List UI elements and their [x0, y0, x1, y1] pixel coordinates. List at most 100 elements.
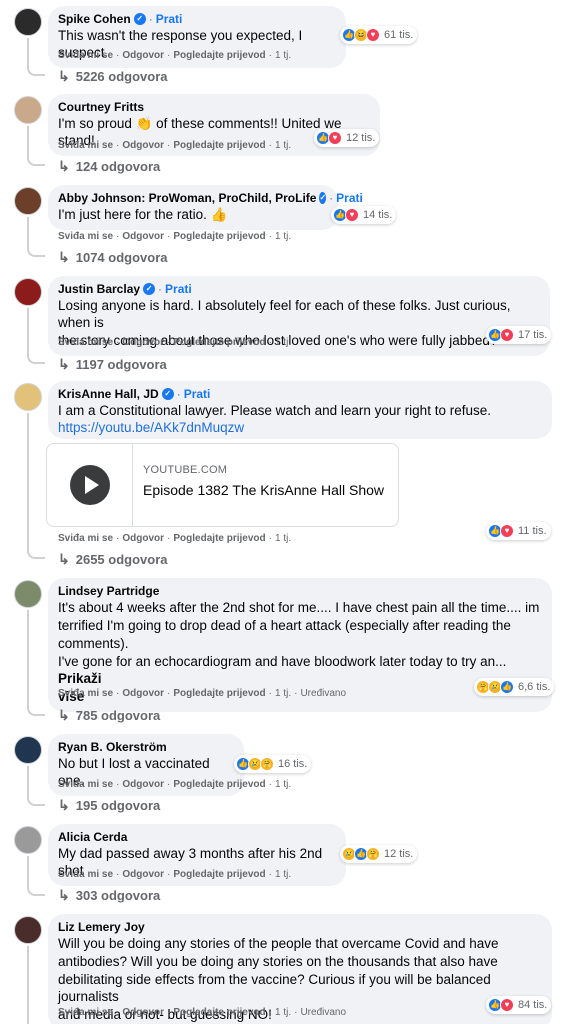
like-button[interactable]: Sviđa mi se [58, 869, 113, 880]
translate-button[interactable]: Pogledajte prijevod [173, 688, 265, 699]
separator: · [268, 337, 272, 348]
reply-button[interactable]: Odgovor [122, 140, 164, 151]
translate-button[interactable]: Pogledajte prijevod [173, 50, 265, 61]
like-button[interactable]: Sviđa mi se [58, 231, 113, 242]
reply-arrow-icon: ↳ [58, 797, 70, 813]
translate-button[interactable]: Pogledajte prijevod [173, 1007, 265, 1018]
like-button[interactable]: Sviđa mi se [58, 337, 113, 348]
avatar[interactable] [14, 96, 42, 124]
comment-author[interactable]: Ryan B. Okerström [58, 740, 167, 754]
like-button[interactable]: Sviđa mi se [58, 688, 113, 699]
reply-arrow-icon: ↳ [58, 551, 70, 567]
reaction-summary[interactable]: 👍 ♥ 84 tis. [486, 996, 552, 1014]
reaction-summary[interactable]: 👍 ♥ 11 tis. [486, 522, 551, 540]
reaction-summary[interactable]: 🤗 😢 👍 6,6 tis. [474, 678, 555, 696]
verified-badge-icon: ✓ [143, 283, 156, 295]
reply-button[interactable]: Odgovor [122, 688, 164, 699]
reaction-summary[interactable]: 👍 ♥ 14 tis. [331, 206, 397, 224]
view-replies-button[interactable]: ↳ 1074 odgovora [58, 249, 168, 266]
timestamp[interactable]: 1 tj. [275, 533, 291, 544]
timestamp[interactable]: 1 tj. [275, 688, 291, 699]
timestamp[interactable]: 1 tj. [275, 779, 291, 790]
comment-text-line: It's about 4 weeks after the 2nd shot fo… [58, 600, 540, 615]
comment-link[interactable]: https://youtu.be/AKk7dnMuqzw [58, 419, 542, 436]
like-button[interactable]: Sviđa mi se [58, 50, 113, 61]
translate-button[interactable]: Pogledajte prijevod [173, 337, 265, 348]
comment-text-line: terrified I'm going to drop dead of a he… [58, 618, 511, 633]
reply-arrow-icon: ↳ [58, 356, 70, 372]
view-replies-button[interactable]: ↳ 785 odgovora [58, 707, 160, 724]
see-more-link[interactable]: Prikaži [58, 671, 102, 686]
avatar[interactable] [14, 916, 42, 944]
reply-button[interactable]: Odgovor [122, 337, 164, 348]
like-button[interactable]: Sviđa mi se [58, 1007, 113, 1018]
reply-button[interactable]: Odgovor [122, 1007, 164, 1018]
translate-button[interactable]: Pogledajte prijevod [173, 231, 265, 242]
separator: · [116, 688, 120, 699]
avatar[interactable] [14, 187, 42, 215]
timestamp[interactable]: 1 tj. [275, 50, 291, 61]
like-button[interactable]: Sviđa mi se [58, 779, 113, 790]
follow-button[interactable]: Prati [165, 282, 192, 296]
comment-author[interactable]: Abby Johnson: ProWoman, ProChild, ProLif… [58, 191, 316, 205]
timestamp[interactable]: 1 tj. [275, 337, 291, 348]
reply-button[interactable]: Odgovor [122, 779, 164, 790]
view-replies-button[interactable]: ↳ 124 odgovora [58, 158, 160, 175]
view-replies-button[interactable]: ↳ 303 odgovora [58, 887, 160, 904]
like-button[interactable]: Sviđa mi se [58, 533, 113, 544]
translate-button[interactable]: Pogledajte prijevod [173, 779, 265, 790]
translate-button[interactable]: Pogledajte prijevod [173, 140, 265, 151]
translate-button[interactable]: Pogledajte prijevod [173, 869, 265, 880]
comment-author[interactable]: KrisAnne Hall, JD [58, 387, 159, 401]
translate-button[interactable]: Pogledajte prijevod [173, 533, 265, 544]
love-icon: ♥ [328, 131, 342, 145]
reaction-summary[interactable]: 👍 😆 ♥ 61 tis. [340, 26, 418, 44]
reply-button[interactable]: Odgovor [122, 869, 164, 880]
video-thumbnail[interactable] [47, 444, 133, 526]
reaction-summary[interactable]: 👍 😢 🤗 16 tis. [234, 755, 312, 773]
timestamp[interactable]: 1 tj. [275, 231, 291, 242]
avatar[interactable] [14, 8, 42, 36]
follow-button[interactable]: Prati [336, 191, 363, 205]
view-replies-button[interactable]: ↳ 5226 odgovora [58, 68, 168, 85]
timestamp[interactable]: 1 tj. [275, 869, 291, 880]
thread-line [27, 38, 29, 68]
link-title[interactable]: Episode 1382 The KrisAnne Hall Show [143, 482, 384, 498]
avatar[interactable] [14, 383, 42, 411]
comment-author[interactable]: Courtney Fritts [58, 100, 144, 114]
timestamp[interactable]: 1 tj. [275, 1007, 291, 1018]
follow-button[interactable]: Prati [156, 12, 183, 26]
reaction-summary[interactable]: 👍 ♥ 17 tis. [486, 326, 552, 344]
comment-author[interactable]: Alicia Cerda [58, 830, 127, 844]
reply-button[interactable]: Odgovor [122, 533, 164, 544]
comment-author[interactable]: Spike Cohen [58, 12, 131, 26]
play-icon[interactable] [69, 465, 110, 505]
avatar[interactable] [14, 580, 42, 608]
reaction-summary[interactable]: 😢 👍 🤗 12 tis. [340, 845, 418, 863]
view-replies-button[interactable]: ↳ 2655 odgovora [58, 551, 168, 568]
replies-count: 1074 odgovora [75, 250, 168, 265]
reaction-count: 12 tis. [384, 848, 414, 860]
reply-button[interactable]: Odgovor [122, 50, 164, 61]
view-replies-button[interactable]: ↳ 195 odgovora [58, 797, 160, 814]
reply-arrow-icon: ↳ [58, 887, 70, 903]
reply-button[interactable]: Odgovor [122, 231, 164, 242]
avatar[interactable] [14, 826, 42, 854]
timestamp[interactable]: 1 tj. [275, 140, 291, 151]
link-domain: YOUTUBE.COM [143, 464, 228, 476]
separator: · [268, 533, 272, 544]
comment-author[interactable]: Lindsey Partridge [58, 584, 159, 598]
link-preview-card[interactable]: YOUTUBE.COM Episode 1382 The KrisAnne Ha… [46, 443, 399, 527]
reply-arrow-icon: ↳ [58, 707, 70, 723]
view-replies-button[interactable]: ↳ 1197 odgovora [58, 356, 167, 373]
comment-author[interactable]: Justin Barclay [58, 282, 140, 296]
avatar[interactable] [14, 736, 42, 764]
replies-count: 2655 odgovora [75, 552, 168, 567]
reaction-summary[interactable]: 👍 ♥ 12 tis. [314, 129, 380, 147]
like-button[interactable]: Sviđa mi se [58, 140, 113, 151]
separator: · [148, 12, 153, 26]
follow-button[interactable]: Prati [184, 387, 211, 401]
avatar[interactable] [14, 278, 42, 306]
reaction-count: 84 tis. [518, 999, 548, 1011]
comment-author[interactable]: Liz Lemery Joy [58, 920, 145, 934]
